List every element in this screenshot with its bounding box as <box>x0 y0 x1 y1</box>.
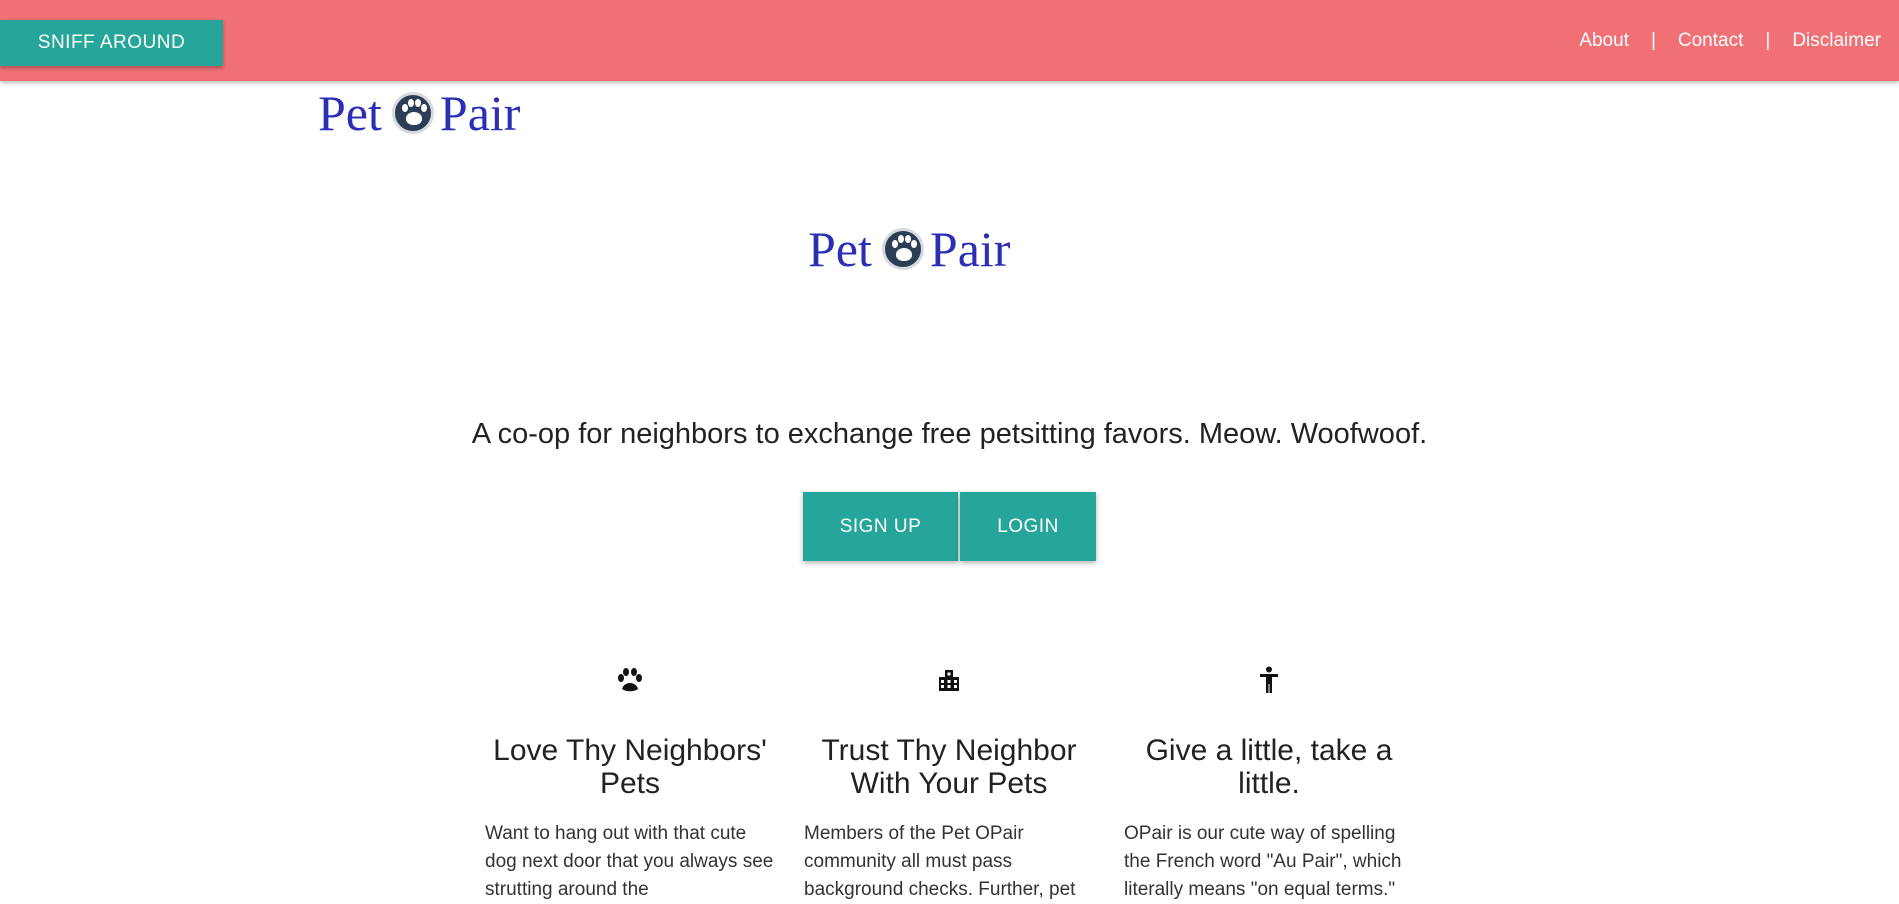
logo-word-pair: Pair <box>439 85 521 141</box>
feature-love-pets: Love Thy Neighbors' Pets Want to hang ou… <box>485 660 775 904</box>
feature-text: Want to hang out with that cute dog next… <box>485 823 774 900</box>
top-navbar: SNIFF AROUND About | Contact | Disclaime… <box>0 0 1899 81</box>
nav-separator: | <box>1765 29 1771 51</box>
hero-logo: Pet Pair <box>808 220 1010 278</box>
feature-title: Give a little, take a little. <box>1145 734 1393 800</box>
nav-link-about[interactable]: About <box>1579 30 1629 52</box>
nav-links: About | Contact | Disclaimer <box>1579 0 1881 81</box>
paw-icon <box>391 92 434 134</box>
login-button[interactable]: LOGIN <box>960 492 1096 561</box>
paw-icon <box>485 660 775 700</box>
nav-link-disclaimer[interactable]: Disclaimer <box>1792 30 1881 52</box>
sniff-around-button[interactable]: SNIFF AROUND <box>0 20 223 66</box>
header-logo[interactable]: Pet Pair <box>318 84 520 142</box>
hero-tagline: A co-op for neighbors to exchange free p… <box>471 418 1428 450</box>
accessibility-icon <box>1124 660 1414 700</box>
building-icon <box>804 660 1094 700</box>
feature-title: Trust Thy Neighbor With Your Pets <box>821 734 1077 800</box>
nav-separator: | <box>1650 29 1656 51</box>
feature-text: Members of the Pet OPair community all m… <box>804 823 1076 900</box>
feature-give-take: Give a little, take a little. OPair is o… <box>1124 660 1414 904</box>
hero-buttons: SIGN UP LOGIN <box>803 492 1096 561</box>
feature-text: OPair is our cute way of spelling the Fr… <box>1124 823 1402 900</box>
nav-link-contact[interactable]: Contact <box>1678 30 1743 52</box>
logo-word-pet: Pet <box>808 221 872 277</box>
paw-icon <box>881 228 924 270</box>
sign-up-button[interactable]: SIGN UP <box>803 492 958 561</box>
logo-word-pair: Pair <box>929 221 1011 277</box>
feature-trust-neighbor: Trust Thy Neighbor With Your Pets Member… <box>804 660 1094 904</box>
feature-title: Love Thy Neighbors' Pets <box>493 734 767 800</box>
logo-word-pet: Pet <box>318 85 382 141</box>
